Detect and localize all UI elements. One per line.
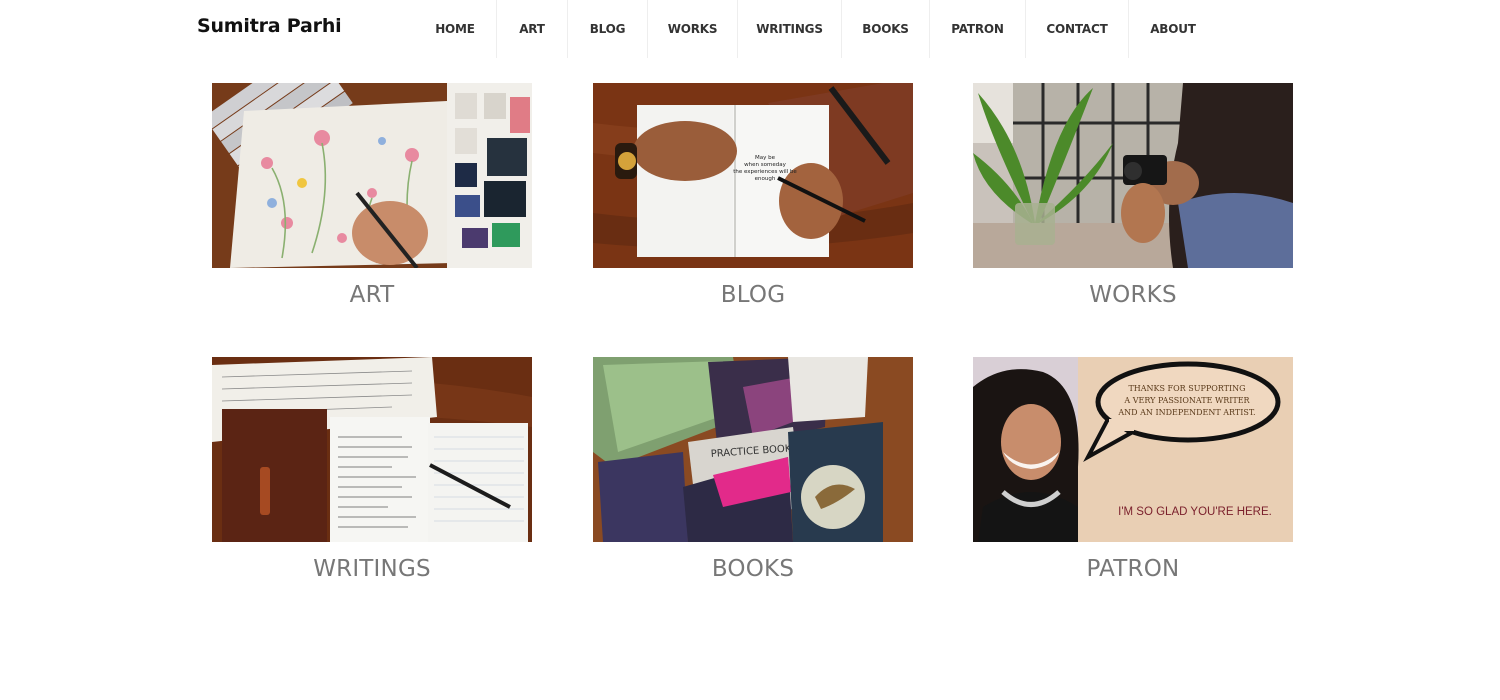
blog-note-line: enough (755, 176, 776, 182)
patron-bubble-line: A VERY PASSIONATE WRITER (1123, 396, 1250, 405)
patron-caption[interactable]: PATRON (973, 556, 1293, 582)
nav-art[interactable]: ART (497, 0, 568, 58)
tile-writings: WRITINGS (212, 357, 532, 582)
works-caption[interactable]: WORKS (973, 282, 1293, 308)
nav-contact[interactable]: CONTACT (1026, 0, 1129, 58)
patron-bubble-line: THANKS FOR SUPPORTING (1128, 384, 1245, 393)
art-image[interactable] (212, 83, 532, 268)
tile-books: PRACTICE BOOK BOOKS (593, 357, 913, 582)
writings-caption[interactable]: WRITINGS (212, 556, 532, 582)
tile-blog: May be when someday the experiences will… (593, 83, 913, 308)
art-caption[interactable]: ART (212, 282, 532, 308)
patron-image[interactable]: THANKS FOR SUPPORTING A VERY PASSIONATE … (973, 357, 1293, 542)
nav-home[interactable]: HOME (414, 0, 497, 58)
blog-note-line: May be (755, 155, 776, 161)
tile-works: WORKS (973, 83, 1293, 308)
blog-image[interactable]: May be when someday the experiences will… (593, 83, 913, 268)
nav-works[interactable]: WORKS (648, 0, 738, 58)
tile-patron: THANKS FOR SUPPORTING A VERY PASSIONATE … (973, 357, 1293, 582)
nav-patron[interactable]: PATRON (930, 0, 1026, 58)
blog-note-line: the experiences will be (733, 169, 797, 175)
nav-books[interactable]: BOOKS (842, 0, 930, 58)
works-image[interactable] (973, 83, 1293, 268)
site-header: Sumitra Parhi HOME ART BLOG WORKS WRITIN… (0, 0, 1500, 58)
patron-bubble-line: AND AN INDEPENDENT ARTIST. (1117, 408, 1255, 417)
nav-about[interactable]: ABOUT (1129, 0, 1217, 58)
main-nav: HOME ART BLOG WORKS WRITINGS BOOKS PATRO… (414, 0, 1217, 58)
nav-blog[interactable]: BLOG (568, 0, 648, 58)
books-image[interactable]: PRACTICE BOOK (593, 357, 913, 542)
nav-writings[interactable]: WRITINGS (738, 0, 842, 58)
books-caption[interactable]: BOOKS (593, 556, 913, 582)
patron-tagline: I'M SO GLAD YOU'RE HERE. (1118, 506, 1272, 518)
blog-note-line: when someday (744, 162, 786, 168)
tile-art: ART (212, 83, 532, 308)
site-title[interactable]: Sumitra Parhi (197, 15, 342, 37)
blog-caption[interactable]: BLOG (593, 282, 913, 308)
writings-image[interactable] (212, 357, 532, 542)
